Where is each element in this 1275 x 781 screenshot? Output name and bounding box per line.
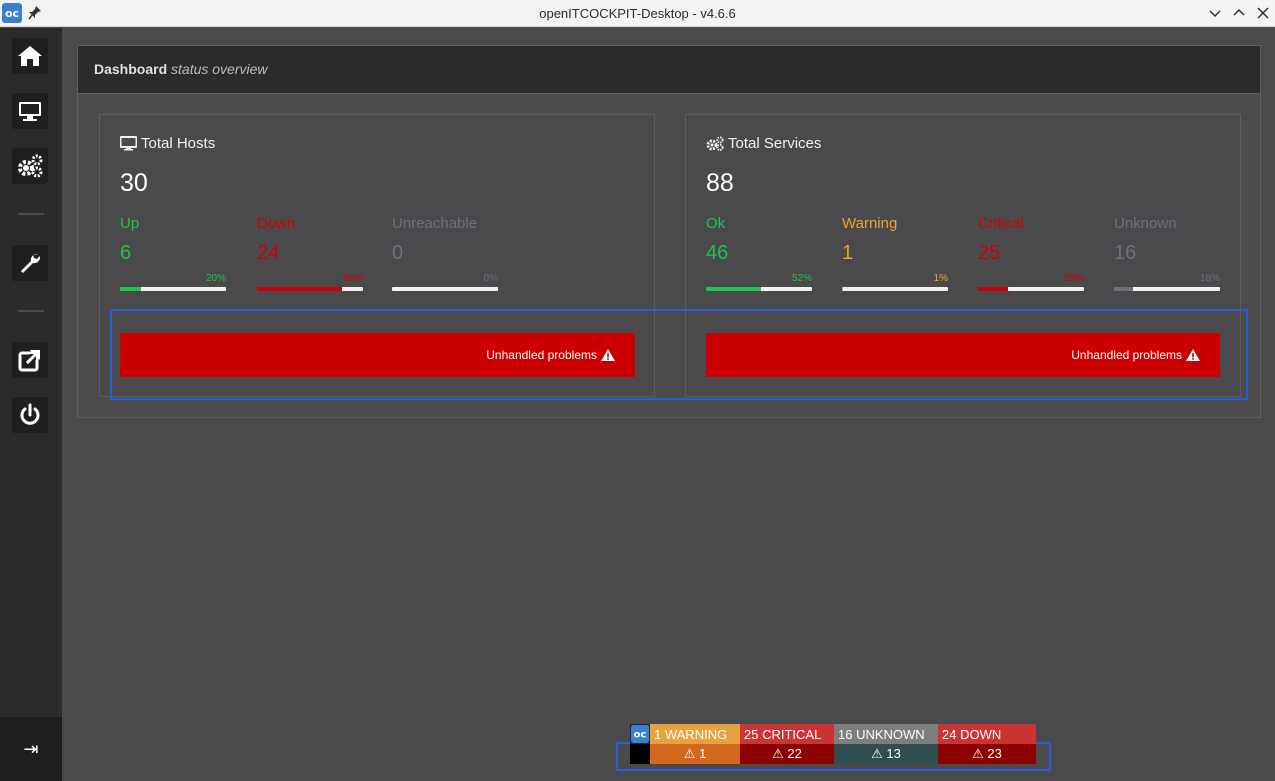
sidebar-item-services[interactable]	[12, 148, 48, 184]
power-icon	[20, 403, 40, 425]
stat-progress-bar	[842, 287, 948, 291]
sidebar-item-power[interactable]	[12, 397, 48, 433]
stat-progress-bar	[1114, 287, 1220, 291]
hosts-stat-unreachable[interactable]: Unreachable 0 0%	[392, 215, 498, 291]
services-total: 88	[706, 169, 734, 197]
dashboard-panel: Dashboard status overview Total Hosts 30…	[77, 45, 1261, 418]
gears-icon	[18, 154, 43, 178]
sidebar-separator	[18, 310, 44, 312]
sidebar-item-hosts[interactable]	[12, 93, 48, 129]
services-stat-ok[interactable]: Ok 46 52%	[706, 215, 812, 291]
stat-value: 1	[842, 242, 854, 264]
services-card: Total Services 88 Ok 46 52% Warning 1 1% Criti…	[685, 114, 1241, 397]
stat-value: 0	[392, 242, 404, 264]
stat-label: Up	[120, 215, 140, 232]
stat-percent: 28%	[1063, 273, 1084, 284]
sidebar-item-settings[interactable]	[12, 245, 48, 281]
app-logo-icon: oc	[631, 725, 649, 743]
stat-label: Unknown	[1114, 215, 1177, 232]
stat-label: Critical	[978, 215, 1024, 232]
collapse-icon: ⇥	[23, 738, 39, 760]
stat-progress-fill	[842, 287, 844, 291]
minimize-icon[interactable]	[1207, 5, 1223, 21]
stat-progress-fill	[257, 287, 342, 291]
widget-status-cell[interactable]: 1 WARNING	[650, 724, 740, 744]
stat-progress-bar	[120, 287, 226, 291]
stat-percent: 80%	[342, 273, 363, 284]
hosts-unhandled-problems-button[interactable]: Unhandled problems	[120, 333, 635, 377]
widget-unhandled-cell[interactable]: ⚠ 23	[938, 744, 1036, 764]
sidebar: ⇥	[0, 28, 62, 781]
stat-progress-bar	[257, 287, 363, 291]
services-stat-unknown[interactable]: Unknown 16 18%	[1114, 215, 1220, 291]
stat-percent: 18%	[1199, 273, 1220, 284]
services-stat-warning[interactable]: Warning 1 1%	[842, 215, 948, 291]
widget-unhandled-cell[interactable]: ⚠ 22	[740, 744, 834, 764]
widget-spacer	[630, 744, 650, 764]
hosts-card-title: Total Hosts	[120, 135, 215, 152]
stat-progress-bar	[706, 287, 812, 291]
hosts-stat-down[interactable]: Down 24 80%	[257, 215, 363, 291]
sidebar-item-open-external[interactable]	[12, 342, 48, 378]
services-unhandled-problems-button[interactable]: Unhandled problems	[706, 333, 1220, 377]
stat-progress-fill	[978, 287, 1008, 291]
stat-percent: 52%	[791, 273, 812, 284]
stat-progress-fill	[1114, 287, 1134, 291]
stat-progress-bar	[978, 287, 1084, 291]
monitor-icon	[19, 102, 41, 121]
stat-label: Unreachable	[392, 215, 478, 232]
external-link-icon	[18, 350, 40, 372]
stat-value: 6	[120, 242, 132, 264]
window-title: openITCOCKPIT-Desktop - v4.6.6	[539, 6, 736, 21]
stat-label: Warning	[842, 215, 898, 232]
status-widget[interactable]: oc 1 WARNING 25 CRITICAL 16 UNKNOWN 24 DOWN…	[630, 724, 1036, 764]
stat-progress-fill	[120, 287, 142, 291]
sidebar-item-home[interactable]	[12, 38, 48, 74]
stat-value: 24	[257, 242, 280, 264]
svg-text:oc: oc	[634, 730, 647, 741]
sidebar-separator	[18, 213, 44, 215]
widget-unhandled-cell[interactable]: ⚠ 13	[834, 744, 938, 764]
stat-value: 46	[706, 242, 729, 264]
gears-icon	[706, 136, 724, 151]
stat-value: 16	[1114, 242, 1137, 264]
stat-percent: 1%	[933, 273, 948, 284]
widget-logo: oc	[630, 724, 650, 744]
hosts-card: Total Hosts 30 Up 6 20% Down 24 80% Unreachabl…	[99, 114, 655, 397]
stat-progress-bar	[392, 287, 498, 291]
widget-status-cell[interactable]: 16 UNKNOWN	[834, 724, 938, 744]
maximize-icon[interactable]	[1231, 5, 1247, 21]
services-card-title: Total Services	[706, 135, 821, 152]
services-stat-critical[interactable]: Critical 25 28%	[978, 215, 1084, 291]
sidebar-collapse-button[interactable]: ⇥	[0, 717, 62, 781]
close-icon[interactable]	[1255, 5, 1271, 21]
hosts-stat-up[interactable]: Up 6 20%	[120, 215, 226, 291]
page-title: Dashboard	[94, 61, 168, 77]
home-icon	[18, 46, 42, 66]
warning-icon	[601, 349, 615, 361]
stat-value: 25	[978, 242, 1001, 264]
warning-icon	[1186, 349, 1200, 361]
stat-percent: 20%	[205, 273, 226, 284]
stat-percent: 0%	[483, 273, 498, 284]
panel-header: Dashboard status overview	[78, 46, 1260, 94]
page-subtitle: status overview	[171, 61, 268, 77]
stat-progress-fill	[706, 287, 762, 291]
widget-status-cell[interactable]: 24 DOWN	[938, 724, 1036, 744]
stat-label: Down	[257, 215, 296, 232]
stat-label: Ok	[706, 215, 726, 232]
widget-status-cell[interactable]: 25 CRITICAL	[740, 724, 834, 744]
widget-unhandled-cell[interactable]: ⚠ 1	[650, 744, 740, 764]
hosts-total: 30	[120, 169, 148, 197]
wrench-icon	[21, 253, 41, 273]
monitor-icon	[120, 136, 137, 151]
window-titlebar: oc openITCOCKPIT-Desktop - v4.6.6	[0, 0, 1275, 27]
